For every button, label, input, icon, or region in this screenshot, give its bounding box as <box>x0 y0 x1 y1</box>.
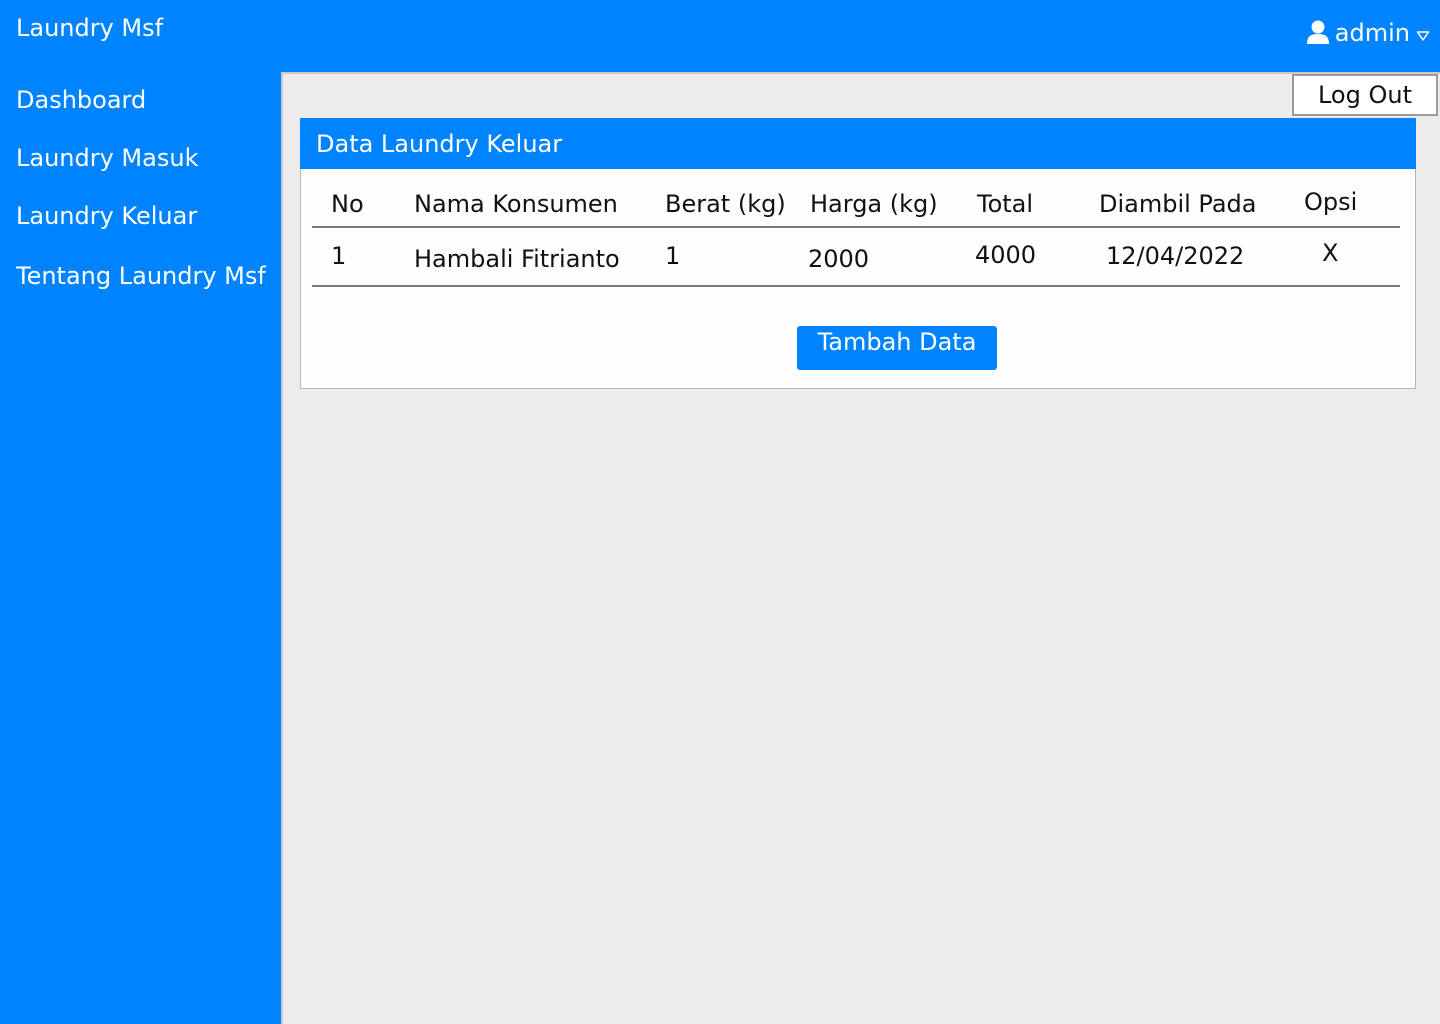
column-header-harga: Harga (kg) <box>810 190 938 218</box>
column-header-opsi: Opsi <box>1304 188 1358 216</box>
column-header-berat: Berat (kg) <box>665 190 786 218</box>
user-name: admin <box>1334 19 1410 47</box>
column-header-no: No <box>331 190 364 218</box>
column-header-diambil-pada: Diambil Pada <box>1099 190 1257 218</box>
table-header-divider <box>312 226 1400 228</box>
cell-berat: 1 <box>665 242 681 270</box>
app-title[interactable]: Laundry Msf <box>16 14 163 42</box>
top-bar: Laundry Msf admin <box>0 0 1440 72</box>
add-data-button[interactable]: Tambah Data <box>797 326 997 370</box>
caret-down-icon <box>1416 30 1430 42</box>
cell-no: 1 <box>331 242 347 270</box>
cell-nama-konsumen: Hambali Fitrianto <box>414 245 620 273</box>
cell-harga: 2000 <box>808 245 870 273</box>
sidebar-item-laundry-keluar[interactable]: Laundry Keluar <box>16 202 197 230</box>
delete-row-button[interactable]: X <box>1322 239 1338 267</box>
column-header-total: Total <box>977 190 1034 218</box>
sidebar: Dashboard Laundry Masuk Laundry Keluar T… <box>0 72 281 1024</box>
user-menu[interactable]: admin <box>1306 19 1430 47</box>
cell-total: 4000 <box>975 241 1037 269</box>
table-row-divider <box>312 285 1400 287</box>
cell-diambil-pada: 12/04/2022 <box>1106 242 1245 270</box>
sidebar-item-laundry-masuk[interactable]: Laundry Masuk <box>16 144 198 172</box>
card-title: Data Laundry Keluar <box>316 130 563 158</box>
card-header: Data Laundry Keluar <box>300 118 1416 169</box>
sidebar-item-tentang-laundry-msf[interactable]: Tentang Laundry Msf <box>16 262 266 290</box>
sidebar-item-dashboard[interactable]: Dashboard <box>16 86 146 114</box>
logout-button[interactable]: Log Out <box>1292 74 1438 116</box>
user-icon <box>1306 20 1329 46</box>
data-card: Data Laundry Keluar No Nama Konsumen Ber… <box>300 118 1416 389</box>
column-header-nama-konsumen: Nama Konsumen <box>414 190 618 218</box>
